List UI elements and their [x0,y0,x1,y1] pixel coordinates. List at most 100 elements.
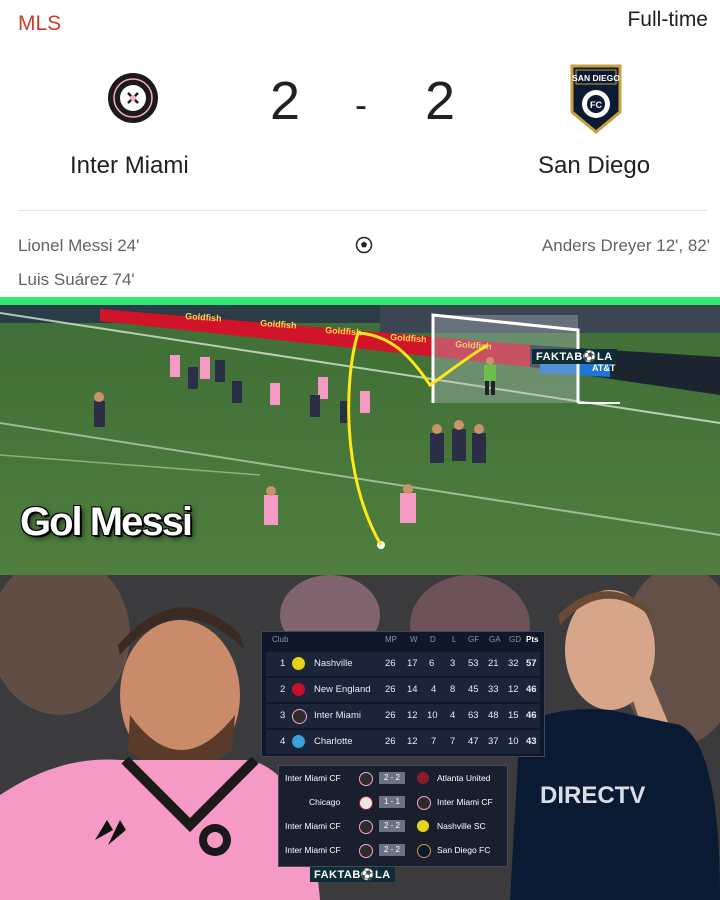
result-score: 2 - 2 [379,772,405,784]
column-header: Pts [526,635,539,644]
crest-text: SAN DIEGO [572,73,620,83]
club-name: New England [314,684,371,695]
result-score: 2 - 2 [379,844,405,856]
column-header: GF [468,635,480,644]
away-team-name[interactable]: San Diego [538,152,650,180]
result-score: 2 - 2 [379,820,405,832]
column-header: GD [509,635,521,644]
atlanta-united-crest-icon [417,772,429,784]
ga: 37 [488,736,499,747]
result-row: Inter Miami CF 2 - 2 Atlanta United [279,768,507,790]
league-label[interactable]: MLS [18,12,61,36]
wins: 12 [407,710,418,721]
points: 46 [526,684,537,695]
draws: 10 [427,710,438,721]
jersey-sponsor: DIRECTV [540,782,645,809]
score-separator: - [355,84,367,125]
inter-miami-crest-icon [292,709,307,724]
away-score: 2 [425,71,456,131]
watermark: FAKTAB⚽LA [532,349,617,364]
wins: 17 [407,658,418,669]
gd: 12 [508,684,519,695]
result-row: Inter Miami CF 2 - 2 Nashville SC [279,816,507,838]
board-text: AT&T [592,363,616,373]
inter-miami-crest-icon [417,796,431,810]
away-team: Inter Miami CF [437,797,493,807]
ga: 48 [488,710,499,721]
mp: 26 [385,658,396,669]
nashville-crest-icon [417,820,429,832]
recent-results: Inter Miami CF 2 - 2 Atlanta United Chic… [278,765,508,867]
goal-caption: Gol Messi [20,500,193,544]
club-name: Nashville [314,658,353,669]
table-row: 4 Charlotte 26 12 7 7 47 37 10 43 [266,730,540,754]
column-header: GA [489,635,501,644]
home-team: Chicago [309,797,341,807]
gf: 53 [468,658,479,669]
inter-miami-crest-icon [359,844,373,858]
result-score: 1 - 1 [379,796,405,808]
match-status: Full-time [627,8,708,31]
ga: 33 [488,684,499,695]
losses: 3 [450,658,456,669]
divider [18,210,708,211]
soccer-ball-icon [355,236,373,259]
club-name: Charlotte [314,736,353,747]
gd: 15 [508,710,519,721]
position: 4 [280,736,286,747]
inter-miami-crest-icon [359,772,373,786]
gd: 10 [508,736,519,747]
table-row: 2 New England 26 14 4 8 45 33 12 46 [266,678,540,702]
result-row: Inter Miami CF 2 - 2 San Diego FC [279,840,507,862]
inter-miami-crest-icon[interactable] [107,72,159,129]
home-scorer-2: Luis Suárez 74' [18,270,135,289]
position: 3 [280,710,286,721]
home-score: 2 [270,71,301,131]
new-england-crest-icon [292,683,305,696]
mp: 26 [385,684,396,695]
charlotte-crest-icon [292,735,305,748]
points: 46 [526,710,537,721]
position: 1 [280,658,286,669]
standings-table: Club MP W D L GF GA GD Pts 1 Nashville 2… [261,631,545,757]
nashville-crest-icon [292,657,305,670]
column-header: MP [385,635,397,644]
wins: 14 [407,684,418,695]
losses: 4 [450,710,456,721]
table-row: 3 Inter Miami 26 12 10 4 63 48 15 46 [266,704,540,728]
mp: 26 [385,710,396,721]
home-team: Inter Miami CF [285,845,341,855]
match-score-card[interactable]: MLS Full-time 2 - 2 SAN DIEGO FC Inter M… [0,0,720,298]
column-header: L [452,635,457,644]
table-row: 1 Nashville 26 17 6 3 53 21 32 57 [266,652,540,676]
watermark: FAKTAB⚽LA [310,867,395,882]
svg-text:FC: FC [590,100,602,110]
draws: 6 [429,658,435,669]
points: 43 [526,736,537,747]
ga: 21 [488,658,499,669]
home-team: Inter Miami CF [285,773,341,783]
gd: 32 [508,658,519,669]
column-header: D [430,635,436,644]
gf: 63 [468,710,479,721]
inter-miami-crest-icon [359,820,373,834]
accent-bar [0,297,720,305]
away-team: Atlanta United [437,773,491,783]
draws: 4 [431,684,437,695]
column-header: W [410,635,418,644]
home-scorer-1: Lionel Messi 24' [18,236,140,255]
points: 57 [526,658,537,669]
column-header: Club [272,635,289,644]
draws: 7 [431,736,437,747]
result-row: Chicago 1 - 1 Inter Miami CF [279,792,507,814]
losses: 8 [450,684,456,695]
san-diego-fc-crest-icon[interactable]: SAN DIEGO FC [568,62,624,139]
losses: 7 [450,736,456,747]
away-team: San Diego FC [437,845,491,855]
gf: 47 [468,736,479,747]
home-team: Inter Miami CF [285,821,341,831]
san-diego-fc-crest-icon [417,844,431,858]
home-team-name[interactable]: Inter Miami [70,152,189,180]
away-team: Nashville SC [437,821,486,831]
away-scorer-1: Anders Dreyer 12', 82' [541,236,710,255]
